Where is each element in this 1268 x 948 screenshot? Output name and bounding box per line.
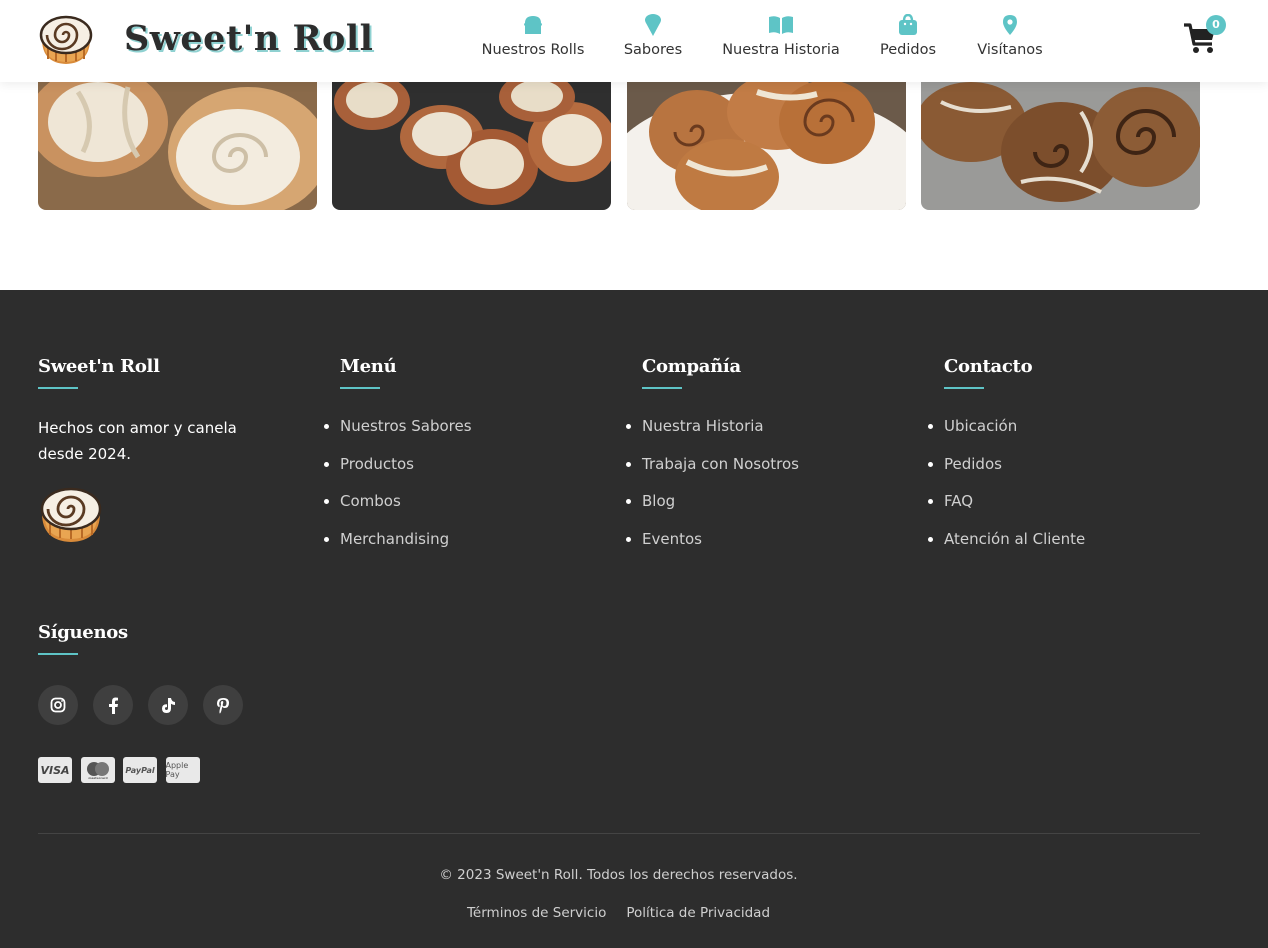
footer-link-eventos[interactable]: Eventos [626,528,799,551]
payment-methods: VISA mastercard PayPal Apple Pay [38,757,208,783]
footer-link-faq[interactable]: FAQ [927,490,1085,513]
instagram-link[interactable] [38,685,78,725]
copyright-text: © 2023 Sweet'n Roll. Todos los derechos … [439,867,798,883]
footer-about: Sweet'n Roll Hechos con amor y canela de… [38,356,278,549]
main-nav: Nuestros Rolls Sabores Nuestra Historia … [470,12,1056,58]
pinterest-link[interactable] [203,685,243,725]
footer-menu-title: Menú [340,356,397,377]
legal-links: Términos de Servicio Política de Privaci… [0,905,1237,921]
terms-link[interactable]: Términos de Servicio [467,905,606,921]
cinnamon-roll-icon [39,15,93,64]
footer-company-links: Nuestra Historia Trabaja con Nosotros Bl… [626,415,799,551]
footer-link-atencion-al-cliente[interactable]: Atención al Cliente [927,528,1085,551]
footer-link-blog[interactable]: Blog [626,490,799,513]
footer-link-trabaja-con-nosotros[interactable]: Trabaja con Nosotros [626,453,799,476]
nav-label: Nuestros Rolls [481,42,585,58]
footer-link-productos[interactable]: Productos [324,453,472,476]
title-underline [38,387,78,389]
cart-button[interactable]: 0 [1182,15,1226,58]
nav-item-nuestra-historia[interactable]: Nuestra Historia [710,12,852,58]
photo-gallery [38,82,1200,210]
nav-label: Nuestra Historia [722,42,840,58]
footer-brand-title: Sweet'n Roll [38,356,160,377]
nav-label: Visítanos [977,42,1043,58]
book-open-icon [768,12,794,38]
nav-label: Sabores [623,42,683,58]
instagram-icon [50,697,66,713]
privacy-link[interactable]: Política de Privacidad [626,905,770,921]
footer-link-nuestra-historia[interactable]: Nuestra Historia [626,415,799,438]
footer-menu: Menú Nuestros Sabores Productos Combos M… [324,356,472,565]
logo-link[interactable] [38,13,94,67]
nav-item-pedidos[interactable]: Pedidos [852,12,964,58]
footer-link-combos[interactable]: Combos [324,490,472,513]
title-underline [340,387,380,389]
title-underline [944,387,984,389]
cinnamon-rolls-photo-2[interactable] [332,82,612,210]
footer-contact-title: Contacto [944,356,1033,377]
footer-menu-links: Nuestros Sabores Productos Combos Mercha… [324,415,472,551]
cinnamon-rolls-photo-3[interactable] [626,82,906,210]
map-pin-icon [1002,12,1018,38]
site-footer: Sweet'n Roll Hechos con amor y canela de… [0,290,1268,948]
pinterest-icon [217,697,229,713]
footer-link-merchandising[interactable]: Merchandising [324,528,472,551]
social-links [38,685,258,725]
apple-pay-badge: Apple Pay [165,757,200,783]
cart-count-badge: 0 [1206,15,1226,35]
footer-divider [38,833,1200,834]
bread-icon [522,12,544,38]
footer-contact-links: Ubicación Pedidos FAQ Atención al Client… [927,415,1085,551]
tiktok-link[interactable] [148,685,188,725]
nav-item-visitanos[interactable]: Visítanos [964,12,1056,58]
footer-link-nuestros-sabores[interactable]: Nuestros Sabores [324,415,472,438]
footer-contact: Contacto Ubicación Pedidos FAQ Atención … [927,356,1085,565]
brand-name[interactable]: Sweet'n Roll [124,18,373,59]
visa-badge: VISA [38,757,72,783]
facebook-icon [109,697,118,714]
title-underline [642,387,682,389]
facebook-link[interactable] [93,685,133,725]
footer-company: Compañía Nuestra Historia Trabaja con No… [626,356,799,565]
cinnamon-rolls-photo-4[interactable] [920,82,1200,210]
mastercard-badge: mastercard [80,757,115,783]
footer-link-ubicacion[interactable]: Ubicación [927,415,1085,438]
cinnamon-roll-icon [40,487,102,542]
nav-item-nuestros-rolls[interactable]: Nuestros Rolls [470,12,596,58]
nav-item-sabores[interactable]: Sabores [596,12,710,58]
footer-follow: Síguenos [38,622,128,655]
nav-label: Pedidos [879,42,936,58]
footer-tagline: Hechos con amor y canela desde 2024. [38,419,237,463]
title-underline [38,653,78,655]
follow-title: Síguenos [38,622,128,643]
footer-link-pedidos[interactable]: Pedidos [927,453,1085,476]
tiktok-icon [162,697,175,713]
paypal-badge: PayPal [123,757,157,783]
site-header: Sweet'n Roll Nuestros Rolls Sabores Nues… [0,0,1268,82]
footer-company-title: Compañía [642,356,741,377]
svg-text:mastercard: mastercard [88,776,107,780]
shopping-bag-icon [898,12,918,38]
cinnamon-rolls-photo-1[interactable] [38,82,317,210]
ice-cream-icon [644,12,662,38]
